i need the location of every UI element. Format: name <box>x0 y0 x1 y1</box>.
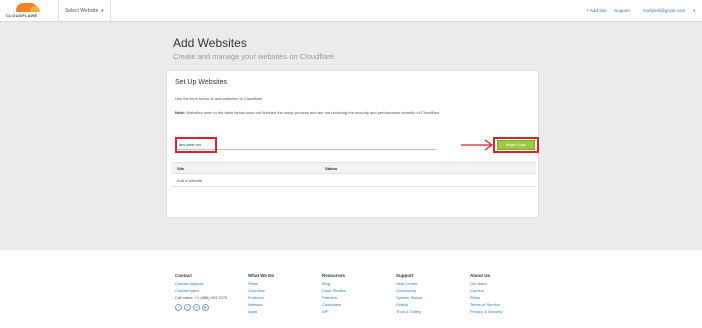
footer-heading: About Us <box>470 273 490 278</box>
site-select-label: Select Website <box>65 8 99 14</box>
top-bar: CLOUDFLARE Select Website ▼ + Add Site Su… <box>0 0 702 22</box>
footer-link[interactable]: Apps <box>248 308 274 315</box>
setup-panel: Set Up Websites Use the form below to ad… <box>166 70 539 218</box>
footer-link[interactable]: System Status <box>396 294 422 301</box>
column-header-site: Site <box>177 166 185 171</box>
facebook-icon[interactable]: f <box>184 304 191 311</box>
footer-link[interactable]: Terms of Service <box>470 301 502 308</box>
social-icons: t f in ▶ <box>175 303 227 311</box>
note-label: Note: <box>175 110 186 115</box>
top-links: + Add Site Support craftyled@gmail.com ▼ <box>580 0 696 22</box>
footer-column-what-we-do: What We Do Plans Overview Features Netwo… <box>248 272 274 315</box>
footer-link[interactable]: Privacy & Security <box>470 308 502 315</box>
panel-note: Note: Websites seen in the table below h… <box>175 110 525 116</box>
footer-column-contact: Contact Contact support Contact sales Ca… <box>175 272 227 311</box>
account-menu[interactable]: craftyled@gmail.com ▼ <box>637 8 696 13</box>
footer-link[interactable]: Videos <box>396 301 422 308</box>
footer-link[interactable]: Trust & Safety <box>396 308 422 315</box>
twitter-icon[interactable]: t <box>175 304 182 311</box>
footer-column-about-us: About Us Our team Careers Press Terms of… <box>470 272 502 315</box>
chevron-down-icon: ▼ <box>692 9 696 13</box>
note-text: Websites seen in the table below have no… <box>186 110 441 115</box>
logo-text: CLOUDFLARE <box>6 13 38 18</box>
footer-link[interactable]: API <box>322 308 346 315</box>
page-subtitle: Create and manage your websites on Cloud… <box>173 52 337 61</box>
page-title: Add Websites <box>173 36 247 50</box>
add-site-link[interactable]: + Add Site <box>586 8 607 13</box>
begin-scan-button[interactable]: Begin Scan <box>497 140 535 150</box>
table-row: Add a website <box>171 174 536 187</box>
footer-link[interactable]: Case Studies <box>322 287 346 294</box>
account-email: craftyled@gmail.com <box>643 8 686 13</box>
footer-link[interactable]: Press <box>470 294 502 301</box>
footer-heading: Support <box>396 273 414 278</box>
website-domain-input[interactable] <box>177 140 437 150</box>
panel-title: Set Up Websites <box>175 79 228 86</box>
footer-column-support: Support Help Center Community System Sta… <box>396 272 422 315</box>
footer: Contact Contact support Contact sales Ca… <box>0 250 702 328</box>
footer-heading: What We Do <box>248 273 275 278</box>
column-header-status: Status <box>325 166 338 171</box>
footer-link[interactable]: Our team <box>470 280 502 287</box>
support-link[interactable]: Support <box>614 8 630 13</box>
site-select-dropdown[interactable]: Select Website ▼ <box>58 0 112 21</box>
footer-link[interactable]: Contact sales <box>175 287 227 294</box>
footer-link[interactable]: Network <box>248 301 274 308</box>
sites-table-header: Site Status <box>171 162 536 174</box>
footer-link[interactable]: Careers <box>470 287 502 294</box>
footer-column-resources: Resources Blog Case Studies Partners Cus… <box>322 272 346 315</box>
footer-phone: Call sales: +1 (888) 993 5273 <box>175 295 228 300</box>
footer-link[interactable]: Plans <box>248 280 274 287</box>
chevron-down-icon: ▼ <box>100 8 105 13</box>
footer-link[interactable]: Community <box>396 287 422 294</box>
youtube-icon[interactable]: ▶ <box>202 304 209 311</box>
footer-link[interactable]: Overview <box>248 287 274 294</box>
footer-link[interactable]: Partners <box>322 294 346 301</box>
panel-description: Use the form below to add websites to Cl… <box>175 96 264 101</box>
footer-link[interactable]: Help Center <box>396 280 422 287</box>
footer-link[interactable]: Blog <box>322 280 346 287</box>
footer-heading: Contact <box>175 273 192 278</box>
linkedin-icon[interactable]: in <box>193 304 200 311</box>
footer-link[interactable]: Contact support <box>175 280 227 287</box>
footer-heading: Resources <box>322 273 346 278</box>
cloudflare-logo[interactable]: CLOUDFLARE <box>6 3 50 19</box>
footer-link[interactable]: Features <box>248 294 274 301</box>
footer-link[interactable]: Customers <box>322 301 346 308</box>
arrow-right-icon <box>461 139 494 151</box>
empty-row-text: Add a website <box>177 178 203 183</box>
cloud-logo-icon-small <box>30 6 40 12</box>
main-content: Add Websites Create and manage your webs… <box>0 22 702 250</box>
